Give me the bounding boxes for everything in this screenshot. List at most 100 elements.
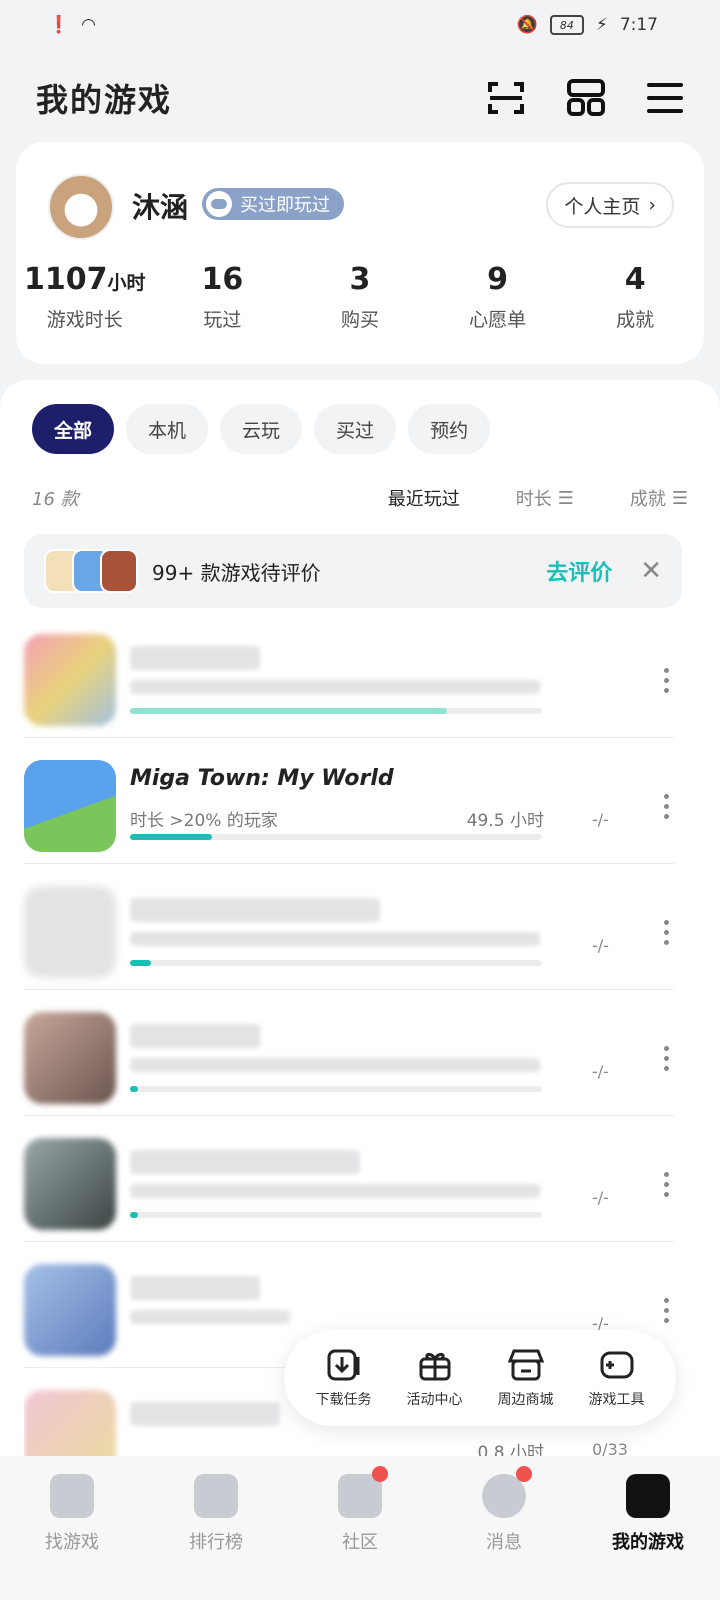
blurred-subtitle xyxy=(130,680,540,694)
nav-messages[interactable]: 消息 xyxy=(432,1466,576,1600)
download-tasks-button[interactable]: 下载任务 xyxy=(316,1347,372,1409)
stat-value: 1107 xyxy=(24,262,108,297)
username: 沐涵 xyxy=(132,191,189,224)
profile-card: 沐涵 买过即玩过 个人主页 › 1107小时 游戏时长 16 玩过 3 购买 9… xyxy=(16,142,704,364)
gamepad-icon xyxy=(206,191,232,217)
sort-icon: ☰ xyxy=(671,487,688,509)
stats-row: 1107小时 游戏时长 16 玩过 3 购买 9 心愿单 4 成就 xyxy=(16,262,704,332)
progress-fill xyxy=(130,708,448,714)
stat-unit: 小时 xyxy=(107,272,146,294)
nav-label: 社区 xyxy=(342,1532,378,1553)
game-row[interactable]: -/- xyxy=(24,864,674,990)
progress-fill xyxy=(130,960,151,966)
more-options-icon[interactable] xyxy=(664,920,670,945)
battery-level: 84 xyxy=(549,15,584,35)
avatar[interactable] xyxy=(48,174,114,240)
game-icon xyxy=(24,1390,116,1456)
status-badge[interactable]: 买过即玩过 xyxy=(202,188,344,220)
layout-grid-icon[interactable] xyxy=(566,78,606,118)
notification-dot xyxy=(372,1466,388,1482)
filter-purchased[interactable]: 买过 xyxy=(314,404,397,454)
sort-recent[interactable]: 最近玩过 xyxy=(388,485,460,511)
stat-label: 游戏时长 xyxy=(46,309,123,331)
nav-label: 消息 xyxy=(486,1532,522,1553)
game-row[interactable]: Miga Town: My World 时长 >20% 的玩家 49.5 小时 … xyxy=(24,738,674,864)
merch-store-button[interactable]: 周边商城 xyxy=(498,1347,554,1409)
filter-all[interactable]: 全部 xyxy=(32,404,115,454)
sort-duration[interactable]: 时长 ☰ xyxy=(516,485,574,511)
blurred-title xyxy=(130,1024,260,1048)
achievement-count: -/- xyxy=(592,1188,609,1207)
game-icon xyxy=(24,1138,116,1230)
community-icon xyxy=(338,1466,388,1518)
badge-label: 买过即玩过 xyxy=(240,195,330,216)
playtime-hours: 49.5 小时 xyxy=(466,811,544,831)
profile-page-button[interactable]: 个人主页 › xyxy=(546,182,674,228)
filter-cloud[interactable]: 云玩 xyxy=(220,404,303,454)
stat-label: 玩过 xyxy=(203,309,242,331)
wifi-icon: ◠ xyxy=(81,15,97,35)
more-options-icon[interactable] xyxy=(664,1172,670,1197)
sort-icon: ☰ xyxy=(557,487,574,509)
page-header: 我的游戏 xyxy=(0,60,720,136)
quick-tools-panel: 下载任务 活动中心 周边商城 游戏工具 xyxy=(284,1330,676,1426)
tool-label: 游戏工具 xyxy=(588,1392,645,1408)
game-row[interactable] xyxy=(24,612,674,738)
more-options-icon[interactable] xyxy=(664,794,670,819)
game-tools-button[interactable]: 游戏工具 xyxy=(589,1347,645,1409)
charging-icon: ⚡ xyxy=(595,15,608,35)
scan-icon[interactable] xyxy=(486,78,526,118)
stat-purchased[interactable]: 3 购买 xyxy=(291,262,429,332)
stat-playtime[interactable]: 1107小时 游戏时长 xyxy=(16,262,154,332)
notification-dot xyxy=(516,1466,532,1482)
more-options-icon[interactable] xyxy=(664,1046,670,1071)
store-icon xyxy=(507,1349,544,1381)
filter-reserved[interactable]: 预约 xyxy=(408,404,491,454)
tool-label: 活动中心 xyxy=(406,1392,463,1408)
game-icon xyxy=(24,886,116,978)
my-games-icon xyxy=(626,1474,670,1518)
stat-value: 4 xyxy=(624,262,646,297)
sort-achievement[interactable]: 成就 ☰ xyxy=(630,485,688,511)
bottom-nav: 找游戏 排行榜 社区 消息 我的游戏 xyxy=(0,1456,720,1600)
game-row[interactable]: -/- xyxy=(24,990,674,1116)
more-options-icon[interactable] xyxy=(664,1298,670,1323)
blurred-title xyxy=(130,646,260,670)
sort-row: 16 款 最近玩过 时长 ☰ 成就 ☰ xyxy=(32,480,688,516)
playtime-progress xyxy=(130,708,542,714)
filter-local[interactable]: 本机 xyxy=(126,404,209,454)
review-banner[interactable]: 99+ 款游戏待评价 去评价 ✕ xyxy=(24,534,682,608)
nav-find-games[interactable]: 找游戏 xyxy=(0,1474,144,1600)
close-icon[interactable]: ✕ xyxy=(640,556,662,586)
tool-label: 下载任务 xyxy=(315,1392,372,1408)
review-prompt: 99+ 款游戏待评价 xyxy=(152,560,321,585)
stat-played[interactable]: 16 玩过 xyxy=(154,262,292,332)
nav-community[interactable]: 社区 xyxy=(288,1466,432,1600)
game-count: 16 款 xyxy=(32,489,79,510)
playtime-progress xyxy=(130,1086,542,1092)
blurred-title xyxy=(130,898,380,922)
menu-icon[interactable] xyxy=(646,81,684,115)
blurred-title xyxy=(130,1402,280,1426)
more-options-icon[interactable] xyxy=(664,668,670,693)
nav-rankings[interactable]: 排行榜 xyxy=(144,1474,288,1600)
progress-fill xyxy=(130,1212,139,1218)
tool-label: 周边商城 xyxy=(497,1392,554,1408)
blurred-subtitle xyxy=(130,1310,290,1324)
blurred-subtitle xyxy=(130,1058,540,1072)
game-row[interactable]: -/- xyxy=(24,1116,674,1242)
gamepad-icon xyxy=(600,1351,633,1379)
ranking-icon xyxy=(194,1474,238,1518)
achievement-count: -/- xyxy=(592,936,609,955)
playtime-progress xyxy=(130,960,542,966)
go-review-button[interactable]: 去评价 xyxy=(546,555,612,587)
game-subtitle: 时长 >20% 的玩家 49.5 小时 xyxy=(130,806,544,831)
nav-my-games[interactable]: 我的游戏 xyxy=(576,1474,720,1600)
event-center-button[interactable]: 活动中心 xyxy=(407,1347,463,1409)
mute-bell-icon: 🔕 xyxy=(516,15,538,35)
stat-wishlist[interactable]: 9 心愿单 xyxy=(429,262,567,332)
stat-achievements[interactable]: 4 成就 xyxy=(566,262,704,332)
stat-label: 心愿单 xyxy=(469,309,527,331)
filter-tabs: 全部 本机 云玩 买过 预约 xyxy=(32,404,491,454)
nav-label: 我的游戏 xyxy=(612,1532,684,1553)
